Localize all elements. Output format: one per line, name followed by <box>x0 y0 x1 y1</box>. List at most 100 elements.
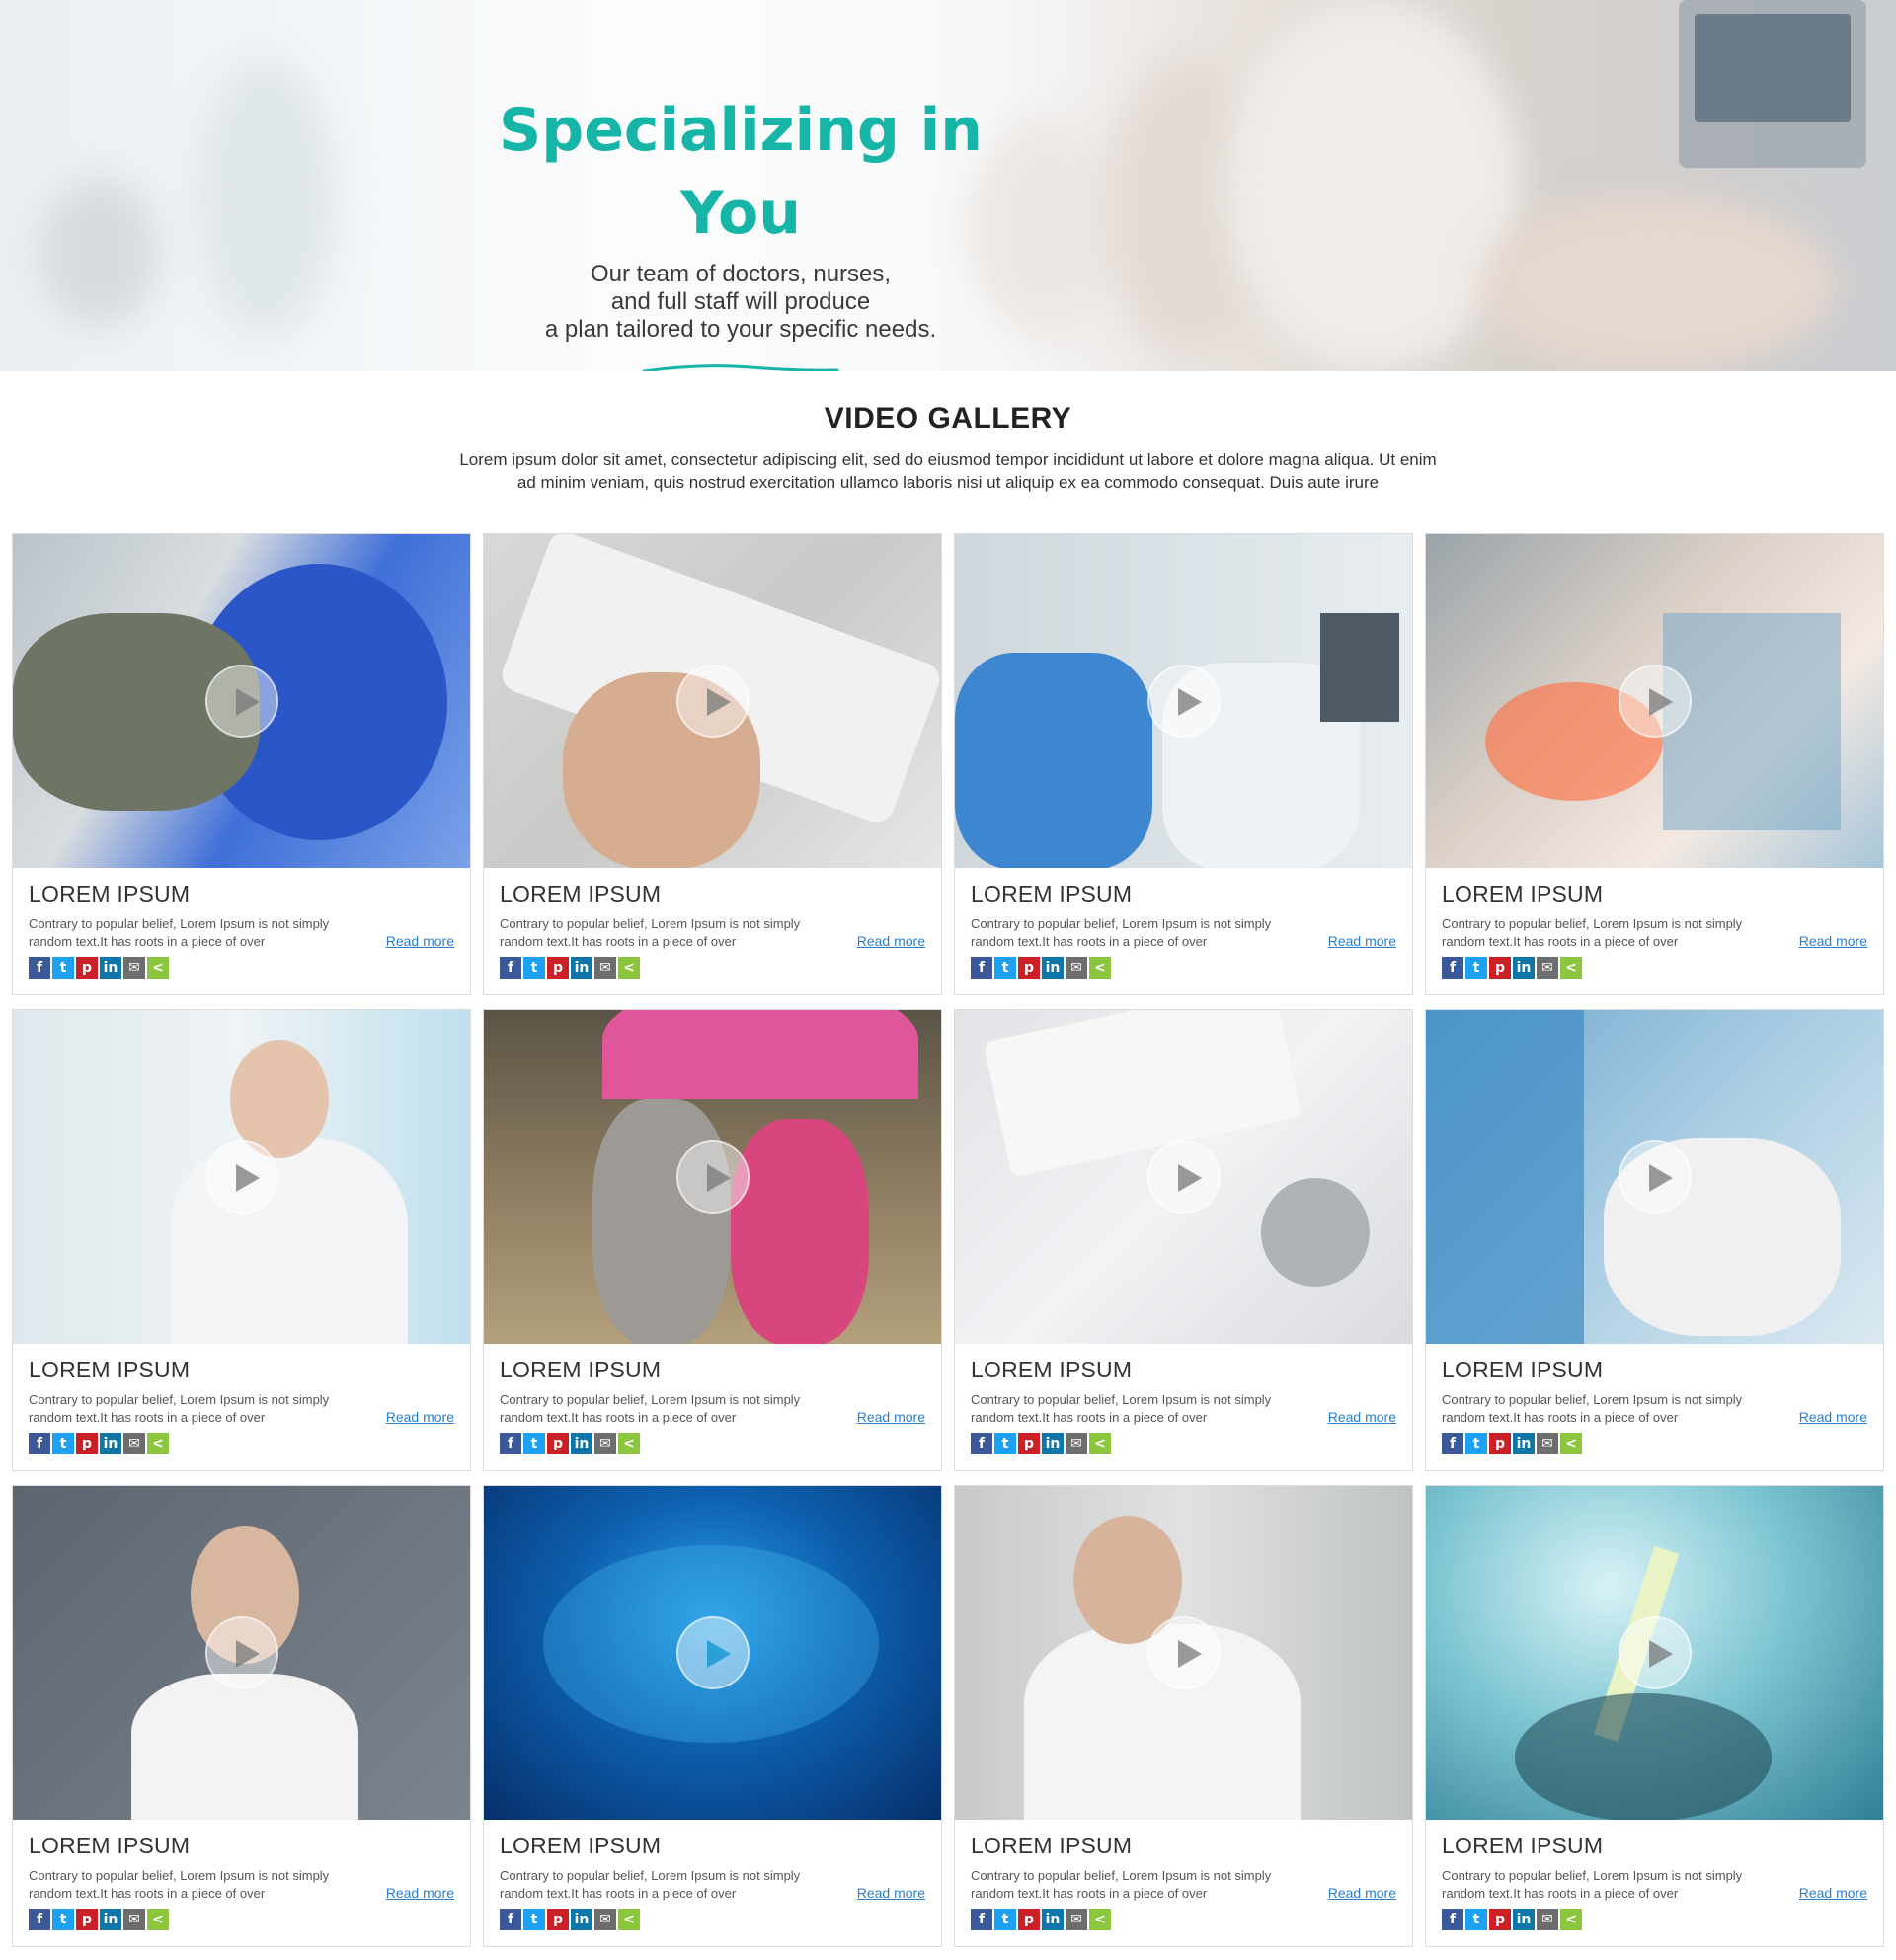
video-thumbnail[interactable] <box>1426 534 1883 868</box>
linkedin-icon[interactable]: in <box>100 957 121 979</box>
read-more-link[interactable]: Read more <box>1328 933 1396 949</box>
share-icon[interactable]: < <box>1089 1909 1111 1930</box>
read-more-link[interactable]: Read more <box>1799 1409 1867 1425</box>
video-thumbnail[interactable] <box>955 534 1412 868</box>
linkedin-icon[interactable]: in <box>571 957 592 979</box>
play-icon[interactable] <box>1618 1616 1692 1689</box>
video-thumbnail[interactable] <box>484 1010 941 1344</box>
twitter-icon[interactable]: t <box>1465 1909 1487 1930</box>
pinterest-icon[interactable]: p <box>547 957 569 979</box>
facebook-icon[interactable]: f <box>29 1433 50 1454</box>
pinterest-icon[interactable]: p <box>1018 957 1040 979</box>
play-icon[interactable] <box>675 1140 750 1214</box>
linkedin-icon[interactable]: in <box>1513 1909 1535 1930</box>
video-thumbnail[interactable] <box>484 534 941 868</box>
video-thumbnail[interactable] <box>1426 1010 1883 1344</box>
share-icon[interactable]: < <box>1560 957 1582 979</box>
read-more-link[interactable]: Read more <box>857 1409 925 1425</box>
twitter-icon[interactable]: t <box>523 1909 545 1930</box>
twitter-icon[interactable]: t <box>523 957 545 979</box>
pinterest-icon[interactable]: p <box>76 1909 98 1930</box>
email-icon[interactable]: ✉ <box>594 957 616 979</box>
email-icon[interactable]: ✉ <box>123 1909 145 1930</box>
read-more-link[interactable]: Read more <box>1799 933 1867 949</box>
play-icon[interactable] <box>1146 665 1221 738</box>
pinterest-icon[interactable]: p <box>547 1909 569 1930</box>
twitter-icon[interactable]: t <box>994 957 1016 979</box>
video-thumbnail[interactable] <box>484 1486 941 1820</box>
read-more-link[interactable]: Read more <box>857 1885 925 1901</box>
linkedin-icon[interactable]: in <box>1042 957 1064 979</box>
play-icon[interactable] <box>204 1140 278 1214</box>
pinterest-icon[interactable]: p <box>547 1433 569 1454</box>
share-icon[interactable]: < <box>1089 957 1111 979</box>
video-thumbnail[interactable] <box>13 534 470 868</box>
twitter-icon[interactable]: t <box>52 957 74 979</box>
read-more-link[interactable]: Read more <box>1799 1885 1867 1901</box>
video-thumbnail[interactable] <box>955 1486 1412 1820</box>
read-more-link[interactable]: Read more <box>1328 1409 1396 1425</box>
facebook-icon[interactable]: f <box>500 957 521 979</box>
facebook-icon[interactable]: f <box>500 1433 521 1454</box>
linkedin-icon[interactable]: in <box>1513 957 1535 979</box>
email-icon[interactable]: ✉ <box>594 1909 616 1930</box>
play-icon[interactable] <box>675 1616 750 1689</box>
facebook-icon[interactable]: f <box>1442 1909 1463 1930</box>
email-icon[interactable]: ✉ <box>1066 957 1087 979</box>
twitter-icon[interactable]: t <box>994 1909 1016 1930</box>
email-icon[interactable]: ✉ <box>1537 1433 1558 1454</box>
pinterest-icon[interactable]: p <box>1489 1909 1511 1930</box>
play-icon[interactable] <box>1146 1140 1221 1214</box>
video-thumbnail[interactable] <box>955 1010 1412 1344</box>
facebook-icon[interactable]: f <box>29 957 50 979</box>
linkedin-icon[interactable]: in <box>571 1433 592 1454</box>
email-icon[interactable]: ✉ <box>1537 957 1558 979</box>
pinterest-icon[interactable]: p <box>76 957 98 979</box>
facebook-icon[interactable]: f <box>500 1909 521 1930</box>
twitter-icon[interactable]: t <box>1465 957 1487 979</box>
share-icon[interactable]: < <box>147 1909 169 1930</box>
read-more-link[interactable]: Read more <box>386 1409 454 1425</box>
pinterest-icon[interactable]: p <box>76 1433 98 1454</box>
video-thumbnail[interactable] <box>13 1010 470 1344</box>
facebook-icon[interactable]: f <box>971 1433 992 1454</box>
email-icon[interactable]: ✉ <box>594 1433 616 1454</box>
play-icon[interactable] <box>1618 665 1692 738</box>
video-thumbnail[interactable] <box>13 1486 470 1820</box>
email-icon[interactable]: ✉ <box>1537 1909 1558 1930</box>
twitter-icon[interactable]: t <box>523 1433 545 1454</box>
play-icon[interactable] <box>204 1616 278 1689</box>
share-icon[interactable]: < <box>1089 1433 1111 1454</box>
facebook-icon[interactable]: f <box>971 1909 992 1930</box>
video-thumbnail[interactable] <box>1426 1486 1883 1820</box>
linkedin-icon[interactable]: in <box>100 1433 121 1454</box>
read-more-link[interactable]: Read more <box>386 1885 454 1901</box>
read-more-link[interactable]: Read more <box>857 933 925 949</box>
play-icon[interactable] <box>675 665 750 738</box>
twitter-icon[interactable]: t <box>52 1433 74 1454</box>
pinterest-icon[interactable]: p <box>1489 957 1511 979</box>
share-icon[interactable]: < <box>618 1909 640 1930</box>
linkedin-icon[interactable]: in <box>100 1909 121 1930</box>
linkedin-icon[interactable]: in <box>571 1909 592 1930</box>
share-icon[interactable]: < <box>1560 1433 1582 1454</box>
play-icon[interactable] <box>1618 1140 1692 1214</box>
read-more-link[interactable]: Read more <box>1328 1885 1396 1901</box>
facebook-icon[interactable]: f <box>971 957 992 979</box>
facebook-icon[interactable]: f <box>1442 957 1463 979</box>
share-icon[interactable]: < <box>618 957 640 979</box>
linkedin-icon[interactable]: in <box>1513 1433 1535 1454</box>
email-icon[interactable]: ✉ <box>1066 1909 1087 1930</box>
pinterest-icon[interactable]: p <box>1018 1433 1040 1454</box>
share-icon[interactable]: < <box>147 957 169 979</box>
pinterest-icon[interactable]: p <box>1489 1433 1511 1454</box>
email-icon[interactable]: ✉ <box>1066 1433 1087 1454</box>
facebook-icon[interactable]: f <box>29 1909 50 1930</box>
linkedin-icon[interactable]: in <box>1042 1433 1064 1454</box>
play-icon[interactable] <box>1146 1616 1221 1689</box>
twitter-icon[interactable]: t <box>994 1433 1016 1454</box>
play-icon[interactable] <box>204 665 278 738</box>
read-more-link[interactable]: Read more <box>386 933 454 949</box>
share-icon[interactable]: < <box>147 1433 169 1454</box>
share-icon[interactable]: < <box>1560 1909 1582 1930</box>
